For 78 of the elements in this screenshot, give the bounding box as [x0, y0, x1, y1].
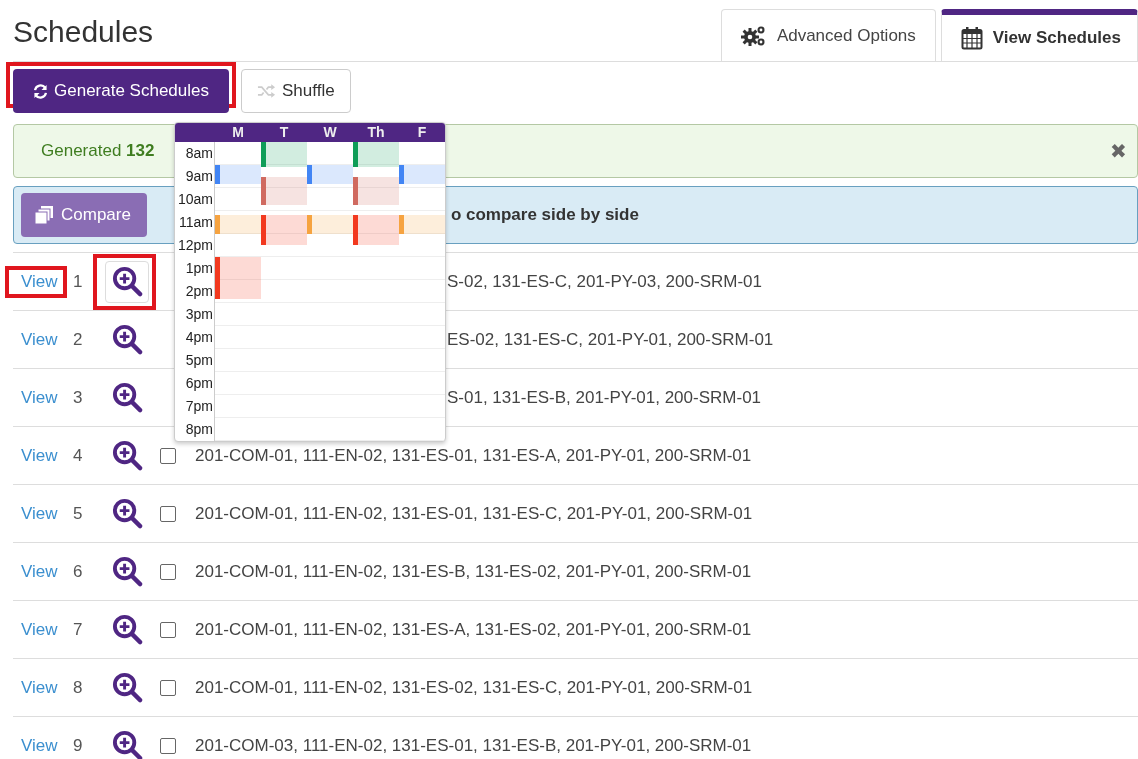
course-list: 201-COM-03, 111-EN-02, 131-ES-01, 131-ES-B, 201-PY-01, 200-SRM-01 — [195, 735, 752, 756]
zoom-in-icon — [111, 324, 143, 355]
row-number: 8 — [72, 677, 84, 698]
hour-label: 4pm — [184, 328, 214, 347]
view-link[interactable]: View — [13, 561, 59, 582]
copy-icon — [35, 206, 53, 224]
day-header: M — [231, 123, 245, 142]
view-link[interactable]: View — [13, 445, 59, 466]
zoom-in-icon — [111, 382, 143, 413]
zoom-in-icon — [111, 556, 143, 587]
day-header: T — [278, 123, 290, 142]
zoom-in-icon — [111, 440, 143, 471]
checkbox[interactable] — [160, 563, 176, 580]
checkbox[interactable] — [160, 621, 176, 638]
view-link[interactable]: View — [13, 387, 59, 408]
class-block — [215, 257, 261, 300]
hour-label: 10am — [176, 190, 214, 209]
tab[interactable]: View Schedules — [940, 9, 1138, 61]
row-number: 5 — [72, 503, 84, 524]
view-link[interactable]: View — [13, 271, 59, 292]
hour-label: 9am — [184, 167, 214, 186]
hour-label: 12pm — [176, 236, 214, 255]
hour-label: 6pm — [184, 374, 214, 393]
course-list: 201-COM-01, 111-EN-02, 131-ES-A, 131-ES-02, 201-PY-01, 200-SRM-01 — [195, 619, 752, 640]
row-number: 7 — [72, 619, 84, 640]
class-block — [353, 142, 399, 167]
generate-button[interactable]: Generate Schedules — [13, 69, 229, 113]
hour-label: 2pm — [184, 282, 214, 301]
course-list: 201-COM-01, 111-EN-02, 131-ES-B, 131-ES-02, 201-PY-01, 200-SRM-01 — [195, 561, 752, 582]
view-link[interactable]: View — [13, 735, 59, 756]
class-block — [261, 142, 307, 167]
hour-label: 11am — [178, 213, 214, 232]
close-button[interactable]: ✖ — [1110, 139, 1127, 163]
zoom-in-icon — [111, 730, 143, 759]
compare-button[interactable]: Compare — [21, 193, 147, 237]
zoom-in-icon — [111, 672, 143, 703]
day-header: W — [322, 123, 338, 142]
hour-label: 5pm — [184, 351, 214, 370]
day-header: F — [416, 123, 428, 142]
zoom-button[interactable] — [105, 260, 149, 303]
view-link[interactable]: View — [13, 503, 59, 524]
row-number: 2 — [72, 329, 84, 350]
zoom-in-icon — [111, 614, 143, 645]
tab[interactable]: Advanced Options — [720, 9, 936, 61]
row-number: 3 — [72, 387, 84, 408]
row-number: 9 — [72, 735, 84, 756]
course-list: 201-COM-01, 111-EN-02, 131-ES-01, 131-ES-A, 201-PY-01, 200-SRM-01 — [195, 445, 752, 466]
alert-message: o compare side by side — [450, 205, 639, 225]
alert-message: Generated 132 — [41, 141, 155, 161]
page-title: Schedules — [13, 15, 154, 49]
day-header: Th — [366, 123, 386, 142]
checkbox[interactable] — [160, 737, 176, 754]
checkbox[interactable] — [160, 447, 176, 464]
course-list: S-01, 131-ES-B, 201-PY-01, 200-SRM-01 — [447, 387, 762, 408]
course-list: ES-02, 131-ES-C, 201-PY-01, 200-SRM-01 — [447, 329, 774, 350]
shuffle-icon — [257, 84, 276, 98]
zoom-in-icon — [111, 498, 143, 529]
gears-icon — [740, 24, 767, 47]
view-link[interactable]: View — [13, 619, 59, 640]
shuffle-button[interactable]: Shuffle — [241, 69, 351, 113]
checkbox[interactable] — [160, 505, 176, 522]
course-list: 201-COM-01, 111-EN-02, 131-ES-01, 131-ES-C, 201-PY-01, 200-SRM-01 — [195, 503, 753, 524]
row-number: 1 — [72, 271, 84, 292]
view-link[interactable]: View — [13, 329, 59, 350]
course-list: 201-COM-01, 111-EN-02, 131-ES-02, 131-ES-C, 201-PY-01, 200-SRM-01 — [195, 677, 753, 698]
hour-label: 8am — [184, 144, 214, 163]
zoom-in-icon — [111, 266, 143, 297]
row-number: 6 — [72, 561, 84, 582]
refresh-icon — [33, 83, 48, 99]
row-number: 4 — [72, 445, 84, 466]
hour-label: 7pm — [184, 397, 214, 416]
view-link[interactable]: View — [13, 677, 59, 698]
course-list: S-02, 131-ES-C, 201-PY-03, 200-SRM-01 — [447, 271, 762, 292]
hour-label: 3pm — [184, 305, 214, 324]
hour-label: 8pm — [184, 420, 214, 439]
checkbox[interactable] — [160, 679, 176, 696]
calendar-icon — [960, 26, 983, 50]
hour-label: 1pm — [184, 259, 214, 278]
